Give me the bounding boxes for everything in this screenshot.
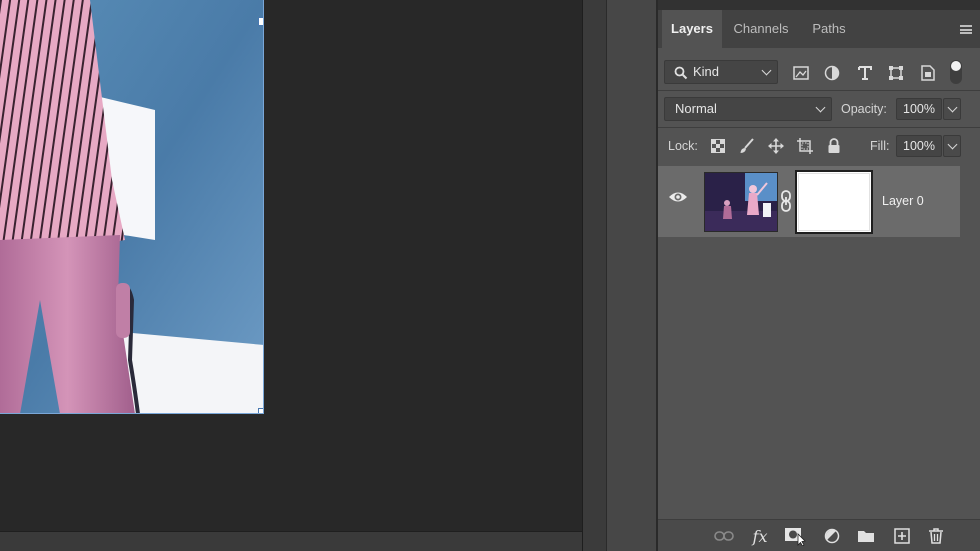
kind-filter-dropdown[interactable]: Kind (664, 60, 778, 84)
lock-all-icon[interactable] (823, 135, 845, 157)
lock-artboard-icon[interactable] (794, 135, 816, 157)
kind-label: Kind (693, 64, 720, 79)
tab-channels[interactable]: Channels (726, 10, 796, 48)
lock-row: Lock: Fill: 100% (658, 134, 980, 160)
horizontal-scrollbar[interactable] (0, 531, 582, 551)
smart-object-filter-icon[interactable] (917, 62, 939, 84)
panel-tab-bar: Layers Channels Paths (658, 0, 980, 48)
layers-panel-footer: fx (658, 519, 980, 551)
lock-position-icon[interactable] (765, 135, 787, 157)
chevron-down-icon (815, 102, 826, 113)
new-layer-icon[interactable] (890, 525, 914, 547)
document-image[interactable] (0, 0, 264, 414)
opacity-slider-toggle[interactable] (943, 98, 961, 120)
chevron-down-icon (761, 65, 772, 76)
layer-row[interactable]: Layer 0 (658, 166, 960, 237)
hamburger-icon[interactable] (960, 25, 972, 34)
blend-mode-value: Normal (675, 101, 717, 116)
transform-handle[interactable] (258, 17, 263, 26)
blend-mode-dropdown[interactable]: Normal (664, 97, 832, 121)
opacity-input[interactable]: 100% (896, 98, 942, 120)
search-icon (674, 66, 688, 80)
shape-filter-icon[interactable] (885, 62, 907, 84)
lock-label: Lock: (668, 139, 698, 153)
canvas-area[interactable] (0, 0, 582, 531)
adjustment-filter-icon[interactable] (821, 62, 843, 84)
panel-dock-divider[interactable] (582, 0, 606, 551)
layer-mask-thumbnail[interactable] (795, 170, 873, 234)
link-layers-icon[interactable] (712, 525, 736, 547)
divider (658, 127, 980, 128)
fx-icon[interactable]: fx (748, 525, 772, 547)
concert-photo (0, 0, 263, 413)
tab-paths[interactable]: Paths (802, 10, 856, 48)
pixel-filter-icon[interactable] (790, 62, 812, 84)
blend-row: Normal Opacity: 100% (658, 97, 980, 123)
type-filter-icon[interactable] (854, 62, 876, 84)
eye-icon[interactable] (668, 190, 688, 209)
group-folder-icon[interactable] (854, 525, 878, 547)
mask-link-icon[interactable] (780, 190, 792, 217)
fill-label: Fill: (870, 139, 890, 153)
add-mask-icon[interactable] (783, 525, 807, 547)
collapsed-panel-dock[interactable] (606, 0, 656, 551)
opacity-label: Opacity: (841, 102, 887, 116)
layer-name[interactable]: Layer 0 (882, 166, 924, 237)
lock-transparent-icon[interactable] (707, 135, 729, 157)
layer-filter-row: Kind (658, 60, 980, 86)
toggle-knob (951, 61, 961, 71)
trash-icon[interactable] (924, 525, 948, 547)
layer-thumbnail[interactable] (704, 172, 778, 232)
fill-slider-toggle[interactable] (943, 135, 961, 157)
tab-layers[interactable]: Layers (662, 10, 722, 48)
transform-handle[interactable] (258, 408, 263, 413)
fill-input[interactable]: 100% (896, 135, 942, 157)
filter-toggle[interactable] (950, 60, 962, 84)
lock-image-icon[interactable] (736, 135, 758, 157)
layers-panel: Layers Channels Paths Kind Normal Opacit… (656, 0, 980, 551)
photoshop-workspace: Layers Channels Paths Kind Normal Opacit… (0, 0, 980, 551)
divider (658, 90, 980, 91)
adjustment-layer-icon[interactable] (820, 525, 844, 547)
